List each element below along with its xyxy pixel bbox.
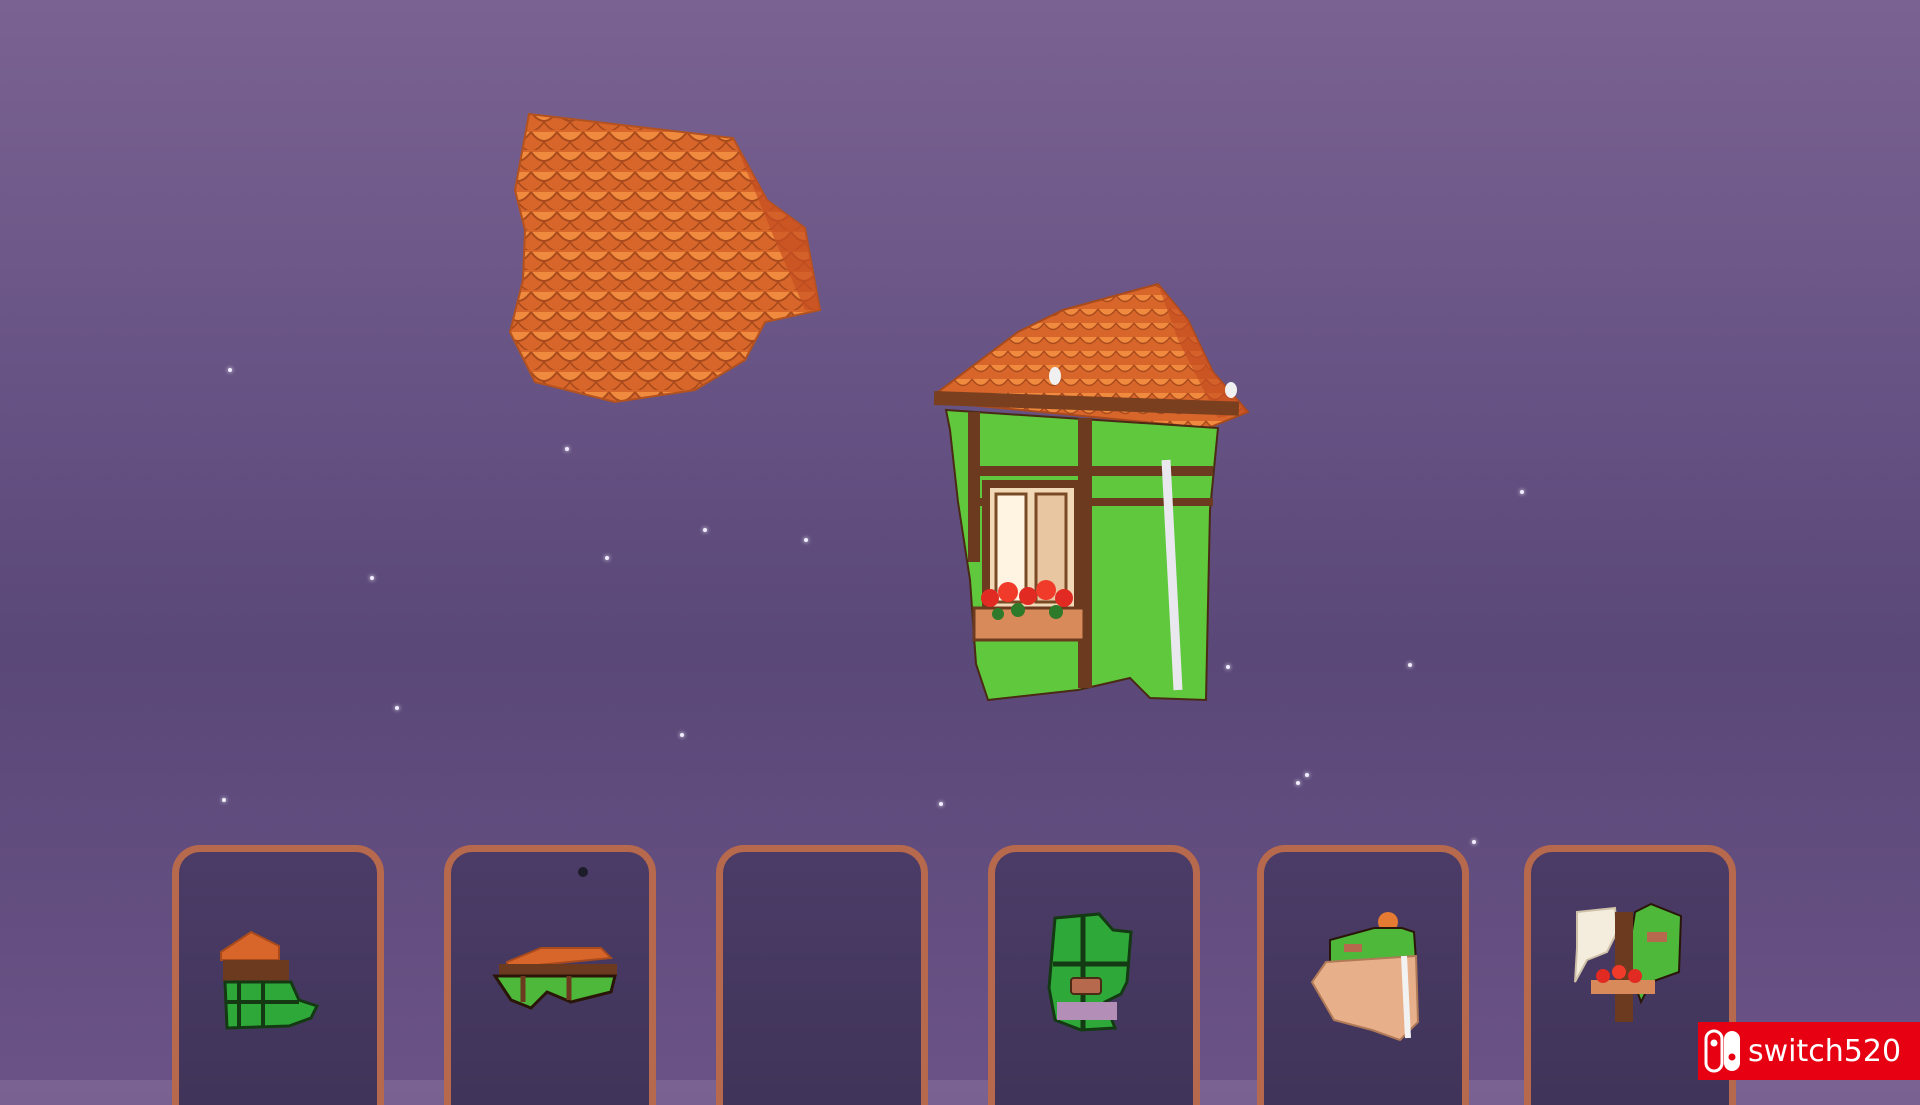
star bbox=[1408, 663, 1412, 667]
star bbox=[1296, 781, 1300, 785]
star bbox=[395, 706, 399, 710]
tray-slot-1[interactable] bbox=[172, 845, 384, 1105]
star bbox=[605, 556, 609, 560]
tray-slot-2[interactable] bbox=[444, 845, 656, 1105]
star bbox=[1520, 490, 1524, 494]
watermark-text: switch520 bbox=[1748, 1033, 1902, 1069]
roof-and-green-wall-piece-icon bbox=[220, 930, 320, 1030]
house-window-piece[interactable] bbox=[918, 280, 1258, 710]
green-wall-sign-piece-icon bbox=[1047, 912, 1133, 1032]
nintendo-switch-logo-icon bbox=[1704, 1029, 1740, 1073]
star bbox=[680, 733, 684, 737]
brick-wall-piece-icon bbox=[1310, 912, 1420, 1042]
roof-tile-piece[interactable] bbox=[505, 110, 825, 410]
star bbox=[804, 538, 808, 542]
star bbox=[703, 528, 707, 532]
star bbox=[939, 802, 943, 806]
watermark: switch520 bbox=[1698, 1022, 1920, 1080]
roof-edge-piece-icon bbox=[492, 867, 617, 1010]
star bbox=[228, 368, 232, 372]
star bbox=[1305, 773, 1309, 777]
star bbox=[370, 576, 374, 580]
star bbox=[222, 798, 226, 802]
tray-slot-5[interactable] bbox=[1257, 845, 1469, 1105]
tray-slot-3[interactable] bbox=[716, 845, 928, 1105]
star bbox=[565, 447, 569, 451]
tray-slot-4[interactable] bbox=[988, 845, 1200, 1105]
star bbox=[1472, 840, 1476, 844]
